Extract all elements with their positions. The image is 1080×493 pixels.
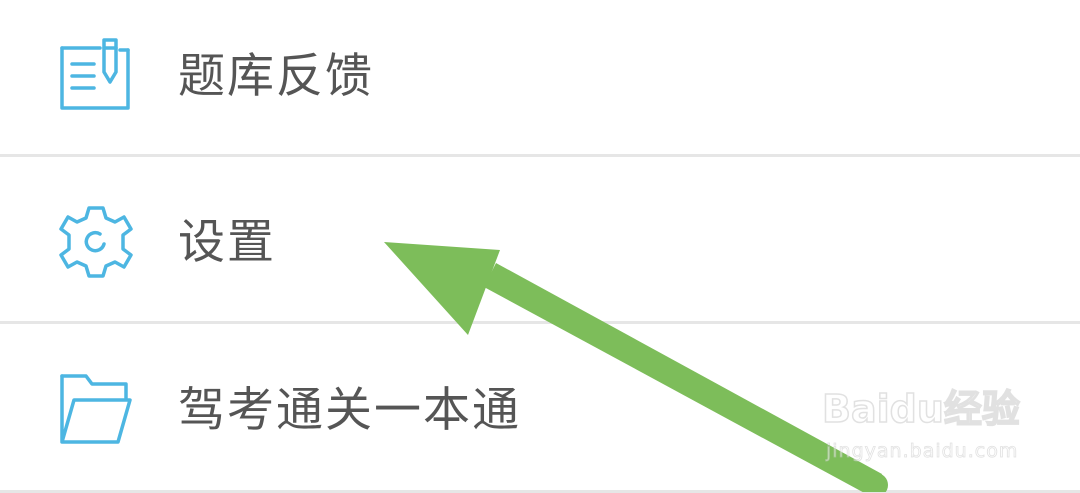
feedback-edit-icon — [56, 36, 136, 116]
divider — [0, 154, 1080, 157]
menu-item-driving-guide[interactable]: 驾考通关一本通 — [0, 336, 1080, 486]
gear-icon — [56, 202, 136, 282]
menu-item-label: 驾考通关一本通 — [178, 383, 521, 438]
menu-item-label: 设置 — [178, 215, 276, 270]
menu-item-settings[interactable]: 设置 — [0, 170, 1080, 320]
menu-item-label: 题库反馈 — [178, 49, 374, 104]
folder-icon — [56, 370, 136, 450]
menu-item-question-feedback[interactable]: 题库反馈 — [0, 2, 1080, 152]
divider — [0, 321, 1080, 324]
menu-list: 题库反馈 设置 驾考通关一本通 — [0, 0, 1080, 493]
